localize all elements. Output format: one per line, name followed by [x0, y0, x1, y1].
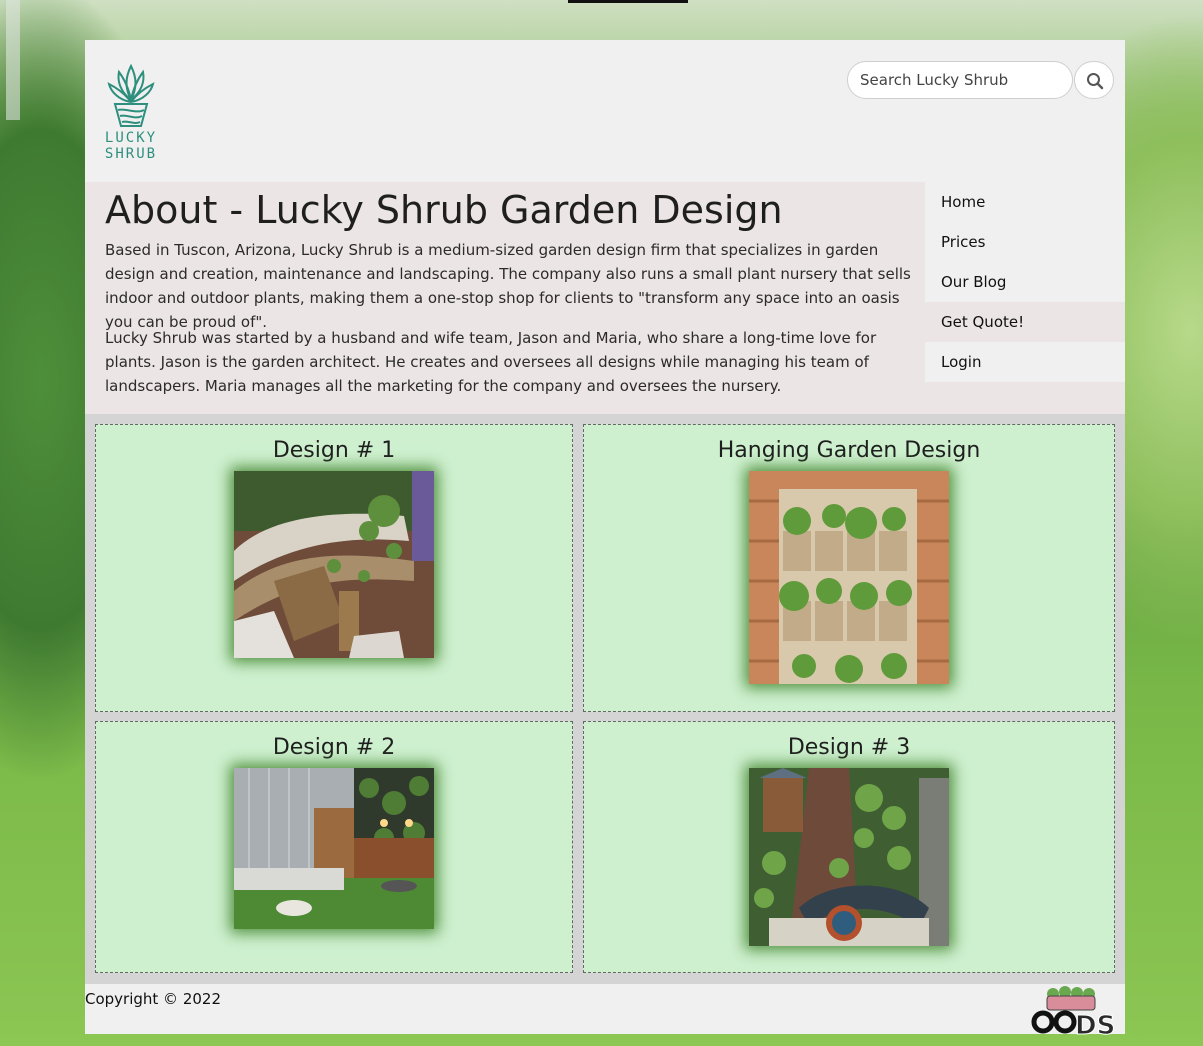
design-card: Design # 2 [95, 721, 573, 973]
copyright-text: Copyright © 2022 [85, 990, 222, 1008]
plant-pot-badge: DS [1025, 984, 1125, 1042]
design-card-title: Design # 3 [787, 735, 911, 760]
design-card: Hanging Garden Design [583, 424, 1115, 712]
design-2-image [234, 768, 434, 929]
nav-item-prices[interactable]: Prices [925, 222, 1125, 262]
about-paragraph-1: Based in Tuscon, Arizona, Lucky Shrub is… [105, 241, 911, 331]
design-card-title: Design # 1 [272, 438, 396, 463]
nav-item-our-blog[interactable]: Our Blog [925, 262, 1125, 302]
side-nav: Home Prices Our Blog Get Quote! Login [925, 182, 1125, 414]
logo-wordmark: LUCKY SHRUB [103, 130, 159, 162]
design-3-image [749, 768, 949, 946]
hanging-garden-image [749, 471, 949, 684]
search-button[interactable] [1074, 61, 1114, 99]
search-input[interactable] [847, 61, 1073, 99]
about-paragraph-2: Lucky Shrub was started by a husband and… [105, 329, 877, 395]
design-2-photo[interactable] [234, 768, 434, 929]
site-footer: Copyright © 2022 DS [85, 984, 1125, 1042]
nav-item-get-quote[interactable]: Get Quote! [925, 302, 1125, 342]
badge-text: DS [1075, 1011, 1115, 1036]
about-section: About - Lucky Shrub Garden Design Based … [85, 182, 925, 414]
design-card: Design # 1 [95, 424, 573, 712]
design-1-photo[interactable] [234, 471, 434, 658]
logo-text-line1: LUCKY [104, 130, 158, 146]
search-icon [1087, 73, 1104, 90]
nav-item-login[interactable]: Login [925, 342, 1125, 382]
design-card-title: Design # 2 [272, 735, 396, 760]
hanging-garden-photo[interactable] [749, 471, 949, 684]
badge-logo-icon: DS [1031, 986, 1116, 1042]
design-gallery: Design # 1 Hanging Garden Design Design … [85, 414, 1125, 984]
page-container: LUCKY SHRUB About - Lucky Shrub Garden D… [85, 40, 1125, 1042]
plant-logo-icon [107, 63, 155, 127]
design-1-image [234, 471, 434, 658]
design-3-photo[interactable] [749, 768, 949, 946]
background-post [6, 0, 20, 120]
lucky-shrub-logo[interactable]: LUCKY SHRUB [103, 60, 159, 166]
page-title: About - Lucky Shrub Garden Design [105, 188, 783, 232]
logo-text-line2: SHRUB [104, 146, 158, 162]
design-card: Design # 3 [583, 721, 1115, 973]
design-card-title: Hanging Garden Design [717, 438, 981, 463]
nav-item-home[interactable]: Home [925, 182, 1125, 222]
site-header: LUCKY SHRUB [85, 40, 1125, 182]
top-edge-bar [568, 0, 688, 3]
